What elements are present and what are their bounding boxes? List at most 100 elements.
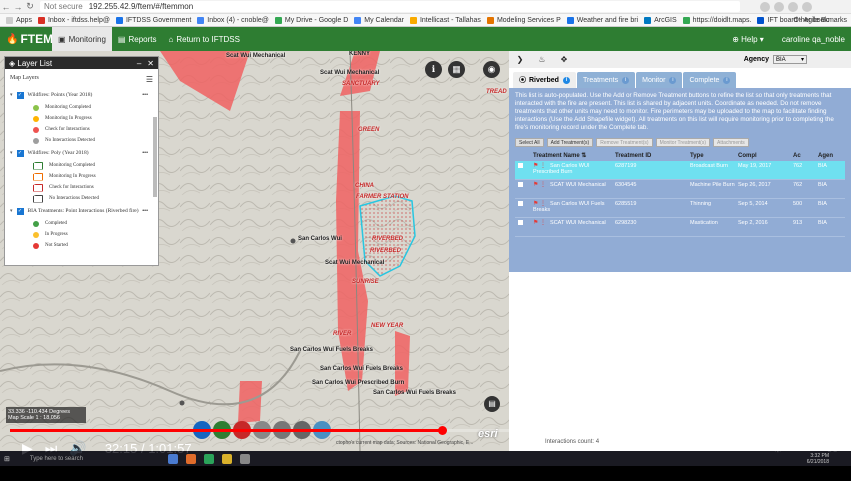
taskbar-app-icon[interactable]: [167, 453, 178, 464]
sort-icon[interactable]: ⇅: [581, 153, 586, 159]
taskbar-app-icon[interactable]: [239, 453, 250, 464]
move-icon[interactable]: ✥: [553, 55, 575, 64]
reload-icon[interactable]: ↻: [24, 1, 36, 12]
legend-item: Monitoring In Progress: [10, 171, 158, 182]
table-row[interactable]: ⚑ ⋮ SCAT WUI Mechanical 6298230 Mastication…: [515, 218, 845, 237]
forward-icon[interactable]: →: [12, 2, 24, 12]
info-icon[interactable]: ℹ: [425, 61, 442, 78]
tab-treatments[interactable]: Treatments i: [576, 72, 636, 88]
bookmark-favicon-icon: [757, 16, 765, 24]
bookmark-item[interactable]: ArcGIS: [644, 16, 677, 24]
legend-item: Monitoring Completed: [10, 160, 158, 171]
table-row[interactable]: ⚑ ⋮ SCAT WUI Mechanical 6304545 Machine Pil…: [515, 180, 845, 199]
select-all-button[interactable]: Select All: [515, 138, 544, 147]
extension-icon[interactable]: [788, 1, 798, 12]
bookmark-favicon-icon: [197, 16, 205, 24]
taskbar-search[interactable]: Type here to search: [30, 456, 160, 462]
tab-monitor[interactable]: Monitor i: [636, 72, 683, 88]
action-buttons: Select All Add Treatment(s) Remove Treat…: [515, 138, 845, 147]
layer-group: ▾ ✓ Wildfires: Poly (Year 2018) ••• Monitori…: [5, 146, 158, 204]
url-text: 192.255.42.9/ftem/#/ftemmon: [88, 2, 194, 11]
taskbar-app-icon[interactable]: [185, 453, 196, 464]
caret-down-icon[interactable]: ▾: [10, 208, 13, 214]
caret-down-icon[interactable]: ▾: [10, 150, 13, 156]
menu-icon[interactable]: [802, 1, 812, 12]
nav-tab-monitoring[interactable]: ▣ Monitoring: [52, 27, 112, 51]
layer-checkbox[interactable]: ✓: [16, 149, 24, 157]
video-progress-bar[interactable]: [10, 426, 841, 435]
column-header[interactable]: Ac: [793, 153, 818, 159]
taskbar-app-icon[interactable]: [221, 453, 232, 464]
monitor-treatment-button[interactable]: Monitor Treatment(s): [655, 138, 710, 147]
column-header[interactable]: Treatment ID: [615, 153, 690, 159]
layer-checkbox[interactable]: ✓: [16, 207, 24, 215]
bookmark-item[interactable]: Weather and fire bri: [566, 16, 638, 24]
other-bookmarks[interactable]: Other bookmarks: [793, 17, 847, 24]
bookmark-item[interactable]: My Calendar: [354, 16, 404, 24]
add-treatment-button[interactable]: Add Treatment(s): [546, 138, 594, 147]
agency-select[interactable]: BIA ▾: [773, 55, 807, 64]
os-taskbar: ⊞ Type here to search 3:32 PM 6/21/2018: [0, 451, 851, 466]
help-menu[interactable]: ⊕ Help ▾: [732, 35, 764, 44]
nav-tab-return-iftdss[interactable]: ⌂ Return to IFTDSS: [163, 27, 246, 51]
bookmark-item[interactable]: My Drive - Google D: [274, 16, 348, 24]
table-row[interactable]: ⚑ ⋮ San Carlos WUI Fuels Breaks 6285519 Thi…: [515, 199, 845, 218]
bookmark-item[interactable]: Inbox (4) - cnoble@: [197, 16, 269, 24]
tab-complete[interactable]: Complete i: [683, 72, 737, 88]
more-options-icon[interactable]: •••: [142, 150, 148, 156]
home-icon: ⌂: [168, 34, 174, 44]
table-header: Treatment Name ⇅ Treatment ID Type Compl…: [515, 150, 845, 161]
legend-symbol-icon: [33, 137, 39, 144]
more-options-icon[interactable]: •••: [142, 92, 148, 98]
taskbar-app-icon[interactable]: [203, 453, 214, 464]
close-icon[interactable]: ✕: [147, 59, 154, 68]
attachments-button[interactable]: Attachments: [712, 138, 749, 147]
bookmark-favicon-icon: [644, 16, 652, 24]
column-header[interactable]: Type: [690, 153, 738, 159]
column-header[interactable]: Treatment Name ⇅: [533, 153, 615, 159]
table-row[interactable]: ⚑ ⋮ San Carlos WUI Prescribed Burn 6287199…: [515, 161, 845, 180]
star-icon[interactable]: [760, 1, 770, 12]
remove-treatment-button[interactable]: Remove Treatment(s): [596, 138, 653, 147]
layer-group-header[interactable]: ▾ ✓ BIA Treatments: Point Interactions (Ri…: [10, 204, 158, 218]
bookmark-item[interactable]: IFTDSS Government: [115, 16, 191, 24]
bookmark-item[interactable]: Intellicast - Tallahas: [409, 16, 481, 24]
bookmark-item[interactable]: Inbox - iftdss.help@: [37, 16, 110, 24]
nav-tab-reports[interactable]: ▤ Reports: [112, 27, 163, 51]
layer-checkbox[interactable]: ✓: [16, 91, 24, 99]
app-logo[interactable]: 🔥 FTEM: [6, 32, 53, 46]
bookmark-item[interactable]: Apps: [6, 16, 32, 24]
arrow-right-icon[interactable]: ❯: [509, 55, 531, 64]
filter-icon[interactable]: ☰: [146, 75, 153, 84]
bookmark-item[interactable]: https://doidlt.maps.: [682, 16, 751, 24]
column-header[interactable]: Compl: [738, 153, 793, 159]
windows-start-icon[interactable]: ⊞: [4, 455, 10, 463]
more-options-icon[interactable]: •••: [142, 208, 148, 214]
caret-down-icon[interactable]: ▾: [10, 92, 13, 98]
user-menu[interactable]: caroline qa_noble: [782, 35, 845, 44]
row-checkbox[interactable]: [518, 220, 523, 225]
eye-icon[interactable]: ◉: [483, 61, 500, 78]
column-header[interactable]: Agen: [818, 153, 838, 159]
info-badge-icon: i: [562, 76, 570, 84]
row-checkbox[interactable]: [518, 182, 523, 187]
minimize-icon[interactable]: –: [137, 59, 141, 68]
address-bar[interactable]: Not secure 192.255.42.9/ftem/#/ftemmon: [40, 1, 740, 12]
basemap-icon[interactable]: ▤: [484, 396, 500, 412]
back-icon[interactable]: ←: [0, 2, 12, 12]
row-checkbox[interactable]: [518, 201, 523, 206]
layer-group-header[interactable]: ▾ ✓ Wildfires: Poly (Year 2018) •••: [10, 146, 158, 160]
fire-icon[interactable]: ♨: [531, 55, 553, 64]
bookmark-item[interactable]: Modeling Services P: [486, 16, 561, 24]
info-badge-icon: i: [622, 76, 630, 84]
map-label: San Carlos Wui: [298, 236, 342, 242]
extension-icon[interactable]: [774, 1, 784, 12]
tab-riverbed[interactable]: ⦿ Riverbed i: [513, 72, 576, 88]
row-checkbox[interactable]: [518, 163, 523, 168]
layer-group-header[interactable]: ▾ ✓ Wildfires: Points (Year 2018) •••: [10, 88, 158, 102]
layers-icon[interactable]: ▦: [448, 61, 465, 78]
scrollbar[interactable]: [153, 117, 157, 197]
legend-symbol-icon: [33, 194, 43, 203]
flag-icon: ⚑ ⋮: [533, 182, 547, 188]
map-label: RIVER: [333, 331, 352, 337]
